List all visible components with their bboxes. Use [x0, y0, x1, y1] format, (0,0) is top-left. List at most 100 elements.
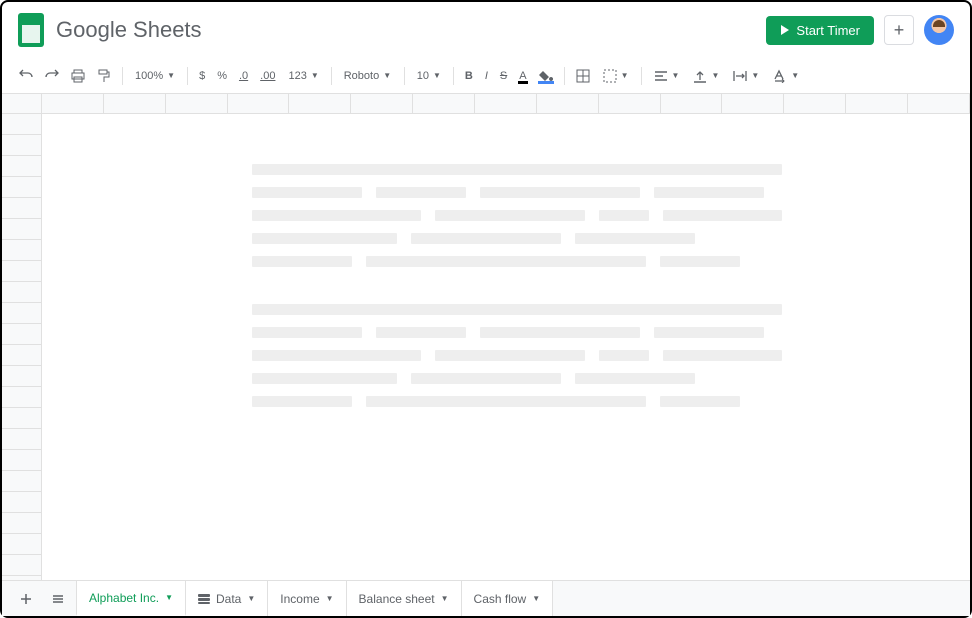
- column-header[interactable]: [475, 94, 537, 113]
- toolbar-separator: [331, 67, 332, 85]
- plus-icon: [19, 592, 33, 606]
- row-header[interactable]: [2, 198, 42, 219]
- halign-icon: [654, 69, 668, 83]
- toolbar-separator: [122, 67, 123, 85]
- column-header[interactable]: [661, 94, 723, 113]
- caret-down-icon: ▼: [672, 71, 680, 80]
- row-header[interactable]: [2, 366, 42, 387]
- column-header[interactable]: [846, 94, 908, 113]
- sheet-tab[interactable]: Income▼: [268, 581, 346, 616]
- merge-cells-select[interactable]: ▼: [597, 65, 635, 87]
- paint-icon: [97, 69, 111, 83]
- header-actions: Start Timer +: [766, 15, 954, 45]
- toolbar-separator: [641, 67, 642, 85]
- add-sheet-button[interactable]: [12, 585, 40, 613]
- loading-placeholder: [252, 164, 782, 279]
- column-header[interactable]: [351, 94, 413, 113]
- spreadsheet-grid[interactable]: [2, 114, 970, 592]
- increase-decimals-button[interactable]: .00: [255, 66, 280, 86]
- caret-down-icon: ▼: [165, 593, 173, 602]
- start-timer-button[interactable]: Start Timer: [766, 16, 874, 45]
- bold-button[interactable]: B: [460, 66, 478, 86]
- fill-color-button[interactable]: [534, 66, 558, 86]
- italic-button[interactable]: I: [480, 66, 493, 86]
- loading-placeholder: [252, 304, 782, 419]
- row-header[interactable]: [2, 282, 42, 303]
- text-color-button[interactable]: A: [514, 66, 531, 86]
- row-header[interactable]: [2, 513, 42, 534]
- row-header[interactable]: [2, 303, 42, 324]
- column-header[interactable]: [166, 94, 228, 113]
- cells-area[interactable]: [42, 114, 970, 592]
- column-headers: [2, 94, 970, 114]
- print-button[interactable]: [66, 65, 90, 87]
- decrease-decimals-button[interactable]: .0: [234, 66, 253, 86]
- caret-down-icon: ▼: [751, 71, 759, 80]
- percent-button[interactable]: %: [212, 66, 232, 86]
- font-size-select[interactable]: 10▼: [411, 66, 447, 86]
- column-header[interactable]: [289, 94, 351, 113]
- sheet-tab-label: Alphabet Inc.: [89, 591, 159, 605]
- row-header[interactable]: [2, 261, 42, 282]
- column-header[interactable]: [784, 94, 846, 113]
- row-header[interactable]: [2, 135, 42, 156]
- merge-icon: [603, 69, 617, 83]
- menu-icon: [51, 592, 65, 606]
- column-header[interactable]: [104, 94, 166, 113]
- row-header[interactable]: [2, 177, 42, 198]
- row-header[interactable]: [2, 345, 42, 366]
- caret-down-icon: ▼: [621, 71, 629, 80]
- sheet-tab[interactable]: Alphabet Inc. ▼: [76, 581, 186, 616]
- row-header[interactable]: [2, 429, 42, 450]
- undo-button[interactable]: [14, 65, 38, 87]
- row-headers: [2, 114, 42, 592]
- text-rotation-select[interactable]: ▼: [767, 65, 805, 87]
- row-header[interactable]: [2, 324, 42, 345]
- text-wrap-select[interactable]: ▼: [727, 65, 765, 87]
- row-header[interactable]: [2, 219, 42, 240]
- sheet-tab-label: Balance sheet: [359, 592, 435, 606]
- column-header[interactable]: [42, 94, 104, 113]
- column-header[interactable]: [413, 94, 475, 113]
- sheet-tab[interactable]: Data▼: [186, 581, 268, 616]
- row-header[interactable]: [2, 114, 42, 135]
- sheet-tab[interactable]: Balance sheet▼: [347, 581, 462, 616]
- user-avatar[interactable]: [924, 15, 954, 45]
- select-all-corner[interactable]: [2, 94, 42, 113]
- strikethrough-button[interactable]: S: [495, 66, 512, 86]
- column-header[interactable]: [537, 94, 599, 113]
- column-header[interactable]: [228, 94, 290, 113]
- row-header[interactable]: [2, 471, 42, 492]
- horizontal-align-select[interactable]: ▼: [648, 65, 686, 87]
- row-header[interactable]: [2, 240, 42, 261]
- more-formats-select[interactable]: 123▼: [282, 66, 324, 86]
- font-select[interactable]: Roboto▼: [338, 66, 398, 86]
- toolbar: 100%▼ $ % .0 .00 123▼ Roboto▼ 10▼ B I S …: [2, 58, 970, 94]
- column-header[interactable]: [908, 94, 970, 113]
- add-button[interactable]: +: [884, 15, 914, 45]
- column-header[interactable]: [722, 94, 784, 113]
- row-header[interactable]: [2, 387, 42, 408]
- redo-button[interactable]: [40, 65, 64, 87]
- all-sheets-button[interactable]: [44, 585, 72, 613]
- sheet-tab-label: Income: [280, 592, 319, 606]
- vertical-align-select[interactable]: ▼: [687, 65, 725, 87]
- sheet-tab[interactable]: Cash flow▼: [462, 581, 554, 616]
- zoom-select[interactable]: 100%▼: [129, 66, 181, 86]
- row-header[interactable]: [2, 534, 42, 555]
- row-header[interactable]: [2, 156, 42, 177]
- caret-down-icon: ▼: [167, 71, 175, 80]
- caret-down-icon: ▼: [247, 594, 255, 603]
- row-header[interactable]: [2, 492, 42, 513]
- undo-icon: [19, 69, 33, 83]
- paint-format-button[interactable]: [92, 65, 116, 87]
- toolbar-separator: [404, 67, 405, 85]
- row-header[interactable]: [2, 408, 42, 429]
- valign-icon: [693, 69, 707, 83]
- currency-button[interactable]: $: [194, 66, 210, 86]
- borders-button[interactable]: [571, 65, 595, 87]
- row-header[interactable]: [2, 450, 42, 471]
- column-header[interactable]: [599, 94, 661, 113]
- caret-down-icon: ▼: [433, 71, 441, 80]
- row-header[interactable]: [2, 555, 42, 576]
